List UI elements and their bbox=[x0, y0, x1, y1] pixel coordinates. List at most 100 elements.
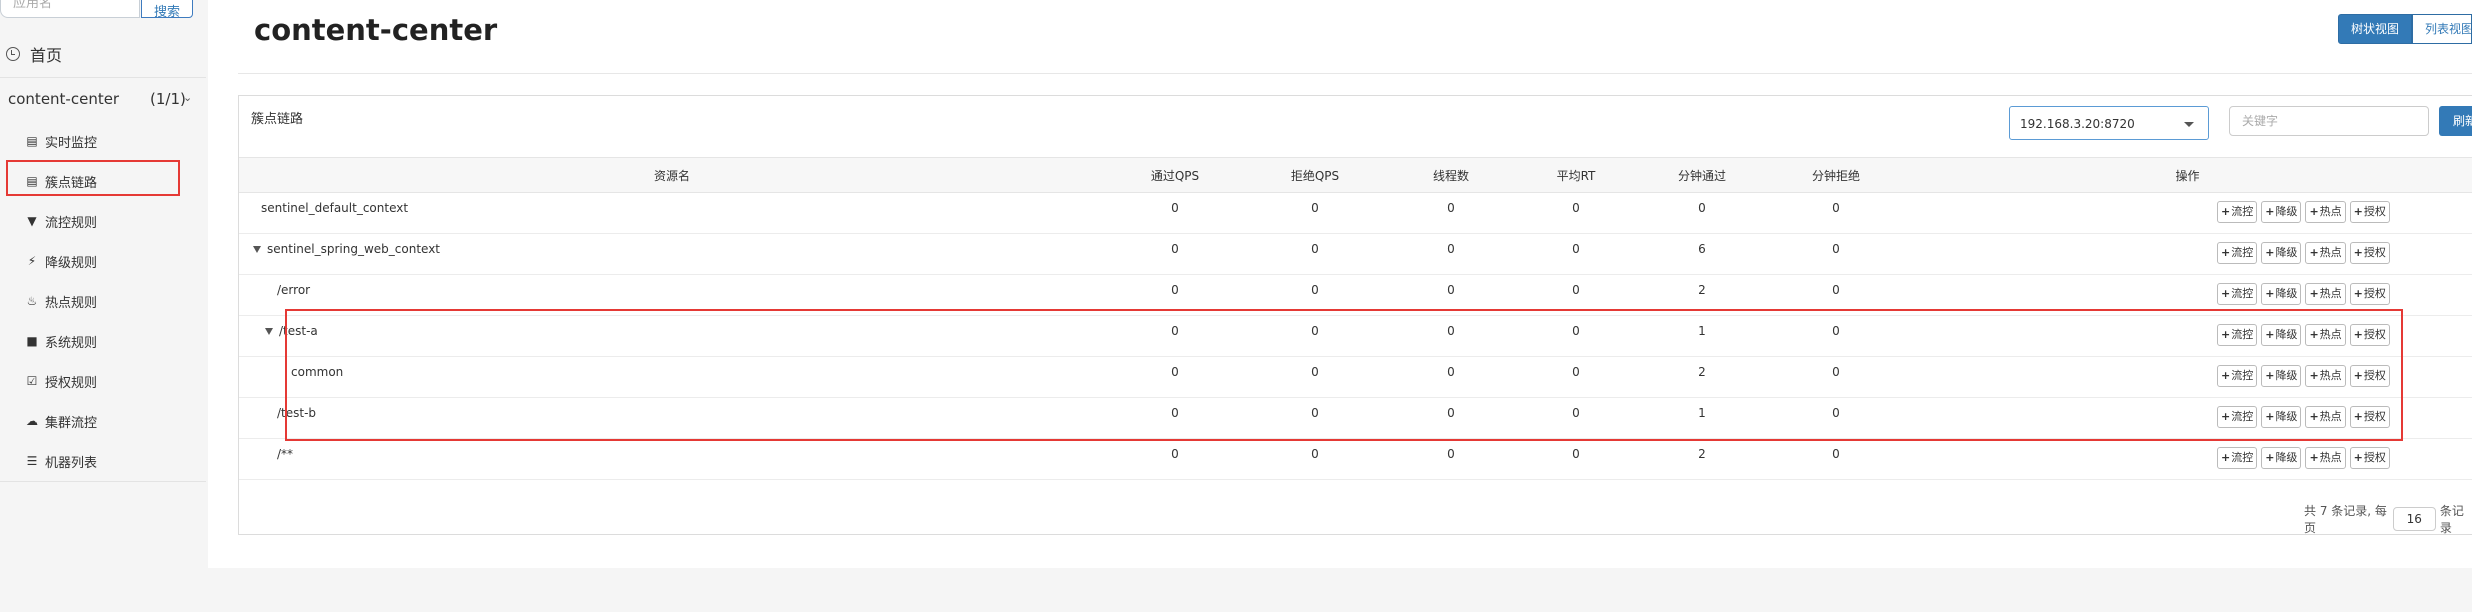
caret-down-icon[interactable] bbox=[265, 328, 273, 335]
plus-icon: + bbox=[2265, 328, 2275, 341]
sidebar-item-realtime-monitor[interactable]: ▤ 实时监控 bbox=[0, 126, 206, 156]
add-degrade-rule-button[interactable]: +降级 bbox=[2261, 283, 2302, 305]
resource-name-cell: /error bbox=[239, 274, 1105, 316]
add-hot-param-button[interactable]: +热点 bbox=[2305, 447, 2346, 469]
tree-view-button[interactable]: 树状视图 bbox=[2338, 14, 2412, 44]
sidebar-item-authority-rules[interactable]: ☑ 授权规则 bbox=[0, 366, 206, 396]
action-label: 授权 bbox=[2363, 410, 2386, 423]
action-label: 授权 bbox=[2363, 369, 2386, 382]
add-hot-param-button[interactable]: +热点 bbox=[2305, 242, 2346, 264]
resource-name-cell: sentinel_spring_web_context bbox=[239, 233, 1105, 275]
add-degrade-rule-button[interactable]: +降级 bbox=[2261, 324, 2302, 346]
add-authority-button[interactable]: +授权 bbox=[2349, 365, 2390, 387]
annotation-highlight-menu bbox=[6, 160, 180, 196]
action-label: 流控 bbox=[2231, 328, 2254, 341]
actions-cell: +流控 +降级 +热点 +授权 bbox=[1903, 274, 2472, 316]
sidebar-item-hot-param-rules[interactable]: ♨ 热点规则 bbox=[0, 286, 206, 316]
action-label: 流控 bbox=[2231, 246, 2254, 259]
plus-icon: + bbox=[2353, 410, 2363, 423]
plus-icon: + bbox=[2353, 369, 2363, 382]
plus-icon: + bbox=[2309, 205, 2319, 218]
metric-cell: 0 bbox=[1105, 315, 1245, 357]
add-degrade-rule-button[interactable]: +降级 bbox=[2261, 365, 2302, 387]
metric-cell: 2 bbox=[1635, 438, 1769, 480]
sidebar-item-system-rules[interactable]: ■ 系统规则 bbox=[0, 326, 206, 356]
panel-title: 簇点链路 bbox=[251, 112, 304, 127]
app-search-button[interactable]: 搜索 bbox=[141, 0, 193, 20]
add-hot-param-button[interactable]: +热点 bbox=[2305, 406, 2346, 428]
add-hot-param-button[interactable]: +热点 bbox=[2305, 201, 2346, 223]
bar-chart-icon: ▤ bbox=[26, 134, 38, 148]
caret-down-icon[interactable] bbox=[253, 246, 261, 253]
add-hot-param-button[interactable]: +热点 bbox=[2305, 324, 2346, 346]
add-flow-rule-button[interactable]: +流控 bbox=[2217, 242, 2258, 264]
sidebar: 搜索 首页 content-center (1/1) ⌄ ▤ 实时监控 ▤ 簇点… bbox=[0, 0, 206, 612]
sidebar-item-label: 机器列表 bbox=[45, 455, 98, 471]
plus-icon: + bbox=[2309, 246, 2319, 259]
add-degrade-rule-button[interactable]: +降级 bbox=[2261, 447, 2302, 469]
table-row: sentinel_spring_web_context 0 0 0 0 6 0 +流控 +降级 +… bbox=[239, 233, 2472, 275]
add-authority-button[interactable]: +授权 bbox=[2349, 242, 2390, 264]
add-degrade-rule-button[interactable]: +降级 bbox=[2261, 242, 2302, 264]
metric-cell: 0 bbox=[1245, 233, 1385, 275]
app-search: 搜索 bbox=[0, 0, 206, 22]
add-authority-button[interactable]: +授权 bbox=[2349, 283, 2390, 305]
add-flow-rule-button[interactable]: +流控 bbox=[2217, 365, 2258, 387]
keyword-search-input[interactable] bbox=[2229, 106, 2429, 136]
refresh-button[interactable]: 刷新 bbox=[2439, 106, 2472, 136]
resource-name-cell: /test-b bbox=[239, 397, 1105, 439]
sidebar-item-flow-rules[interactable]: ▼ 流控规则 bbox=[0, 206, 206, 236]
action-label: 流控 bbox=[2231, 451, 2254, 464]
app-search-input[interactable] bbox=[0, 0, 140, 18]
add-authority-button[interactable]: +授权 bbox=[2349, 201, 2390, 223]
resource-name-cell: /** bbox=[239, 438, 1105, 480]
metric-cell: 0 bbox=[1385, 438, 1517, 480]
list-view-button[interactable]: 列表视图 bbox=[2412, 14, 2472, 44]
add-flow-rule-button[interactable]: +流控 bbox=[2217, 406, 2258, 428]
resource-name: /test-b bbox=[277, 406, 317, 420]
add-degrade-rule-button[interactable]: +降级 bbox=[2261, 406, 2302, 428]
plus-icon: + bbox=[2221, 369, 2231, 382]
action-label: 流控 bbox=[2231, 287, 2254, 300]
metric-cell: 0 bbox=[1769, 438, 1903, 480]
cloud-icon: ☁ bbox=[26, 414, 38, 428]
plus-icon: + bbox=[2353, 328, 2363, 341]
action-label: 授权 bbox=[2363, 328, 2386, 341]
add-authority-button[interactable]: +授权 bbox=[2349, 406, 2390, 428]
add-flow-rule-button[interactable]: +流控 bbox=[2217, 324, 2258, 346]
add-authority-button[interactable]: +授权 bbox=[2349, 324, 2390, 346]
sidebar-item-cluster-flow[interactable]: ☁ 集群流控 bbox=[0, 406, 206, 436]
bolt-icon: ⚡ bbox=[27, 254, 37, 268]
machine-select[interactable]: 192.168.3.20:8720 bbox=[2009, 106, 2209, 140]
machine-select-value: 192.168.3.20:8720 bbox=[2020, 117, 2135, 131]
actions-cell: +流控 +降级 +热点 +授权 bbox=[1903, 356, 2472, 398]
metric-cell: 0 bbox=[1245, 274, 1385, 316]
resource-name: common bbox=[291, 365, 344, 379]
sidebar-item-machine-list[interactable]: ☰ 机器列表 bbox=[0, 446, 206, 476]
add-hot-param-button[interactable]: +热点 bbox=[2305, 365, 2346, 387]
plus-icon: + bbox=[2353, 246, 2363, 259]
add-authority-button[interactable]: +授权 bbox=[2349, 447, 2390, 469]
add-flow-rule-button[interactable]: +流控 bbox=[2217, 447, 2258, 469]
metric-cell: 0 bbox=[1105, 233, 1245, 275]
add-flow-rule-button[interactable]: +流控 bbox=[2217, 283, 2258, 305]
add-hot-param-button[interactable]: +热点 bbox=[2305, 283, 2346, 305]
plus-icon: + bbox=[2309, 369, 2319, 382]
nav-home[interactable]: 首页 bbox=[0, 39, 206, 69]
metric-cell: 1 bbox=[1635, 315, 1769, 357]
metric-cell: 0 bbox=[1245, 315, 1385, 357]
metric-cell: 0 bbox=[1517, 274, 1635, 316]
nav-home-label: 首页 bbox=[30, 46, 63, 65]
sidebar-item-label: 集群流控 bbox=[45, 415, 98, 431]
actions-cell: +流控 +降级 +热点 +授权 bbox=[1903, 315, 2472, 357]
add-flow-rule-button[interactable]: +流控 bbox=[2217, 201, 2258, 223]
page-size-input[interactable]: 16 bbox=[2392, 507, 2436, 531]
sidebar-item-degrade-rules[interactable]: ⚡ 降级规则 bbox=[0, 246, 206, 276]
add-degrade-rule-button[interactable]: +降级 bbox=[2261, 201, 2302, 223]
app-menu-content-center[interactable]: content-center (1/1) ⌄ bbox=[0, 84, 206, 114]
resource-name: /test-a bbox=[279, 324, 318, 338]
action-label: 热点 bbox=[2319, 328, 2342, 341]
page-title: content-center bbox=[254, 13, 498, 47]
fire-icon: ♨ bbox=[26, 294, 38, 308]
divider bbox=[0, 481, 206, 482]
